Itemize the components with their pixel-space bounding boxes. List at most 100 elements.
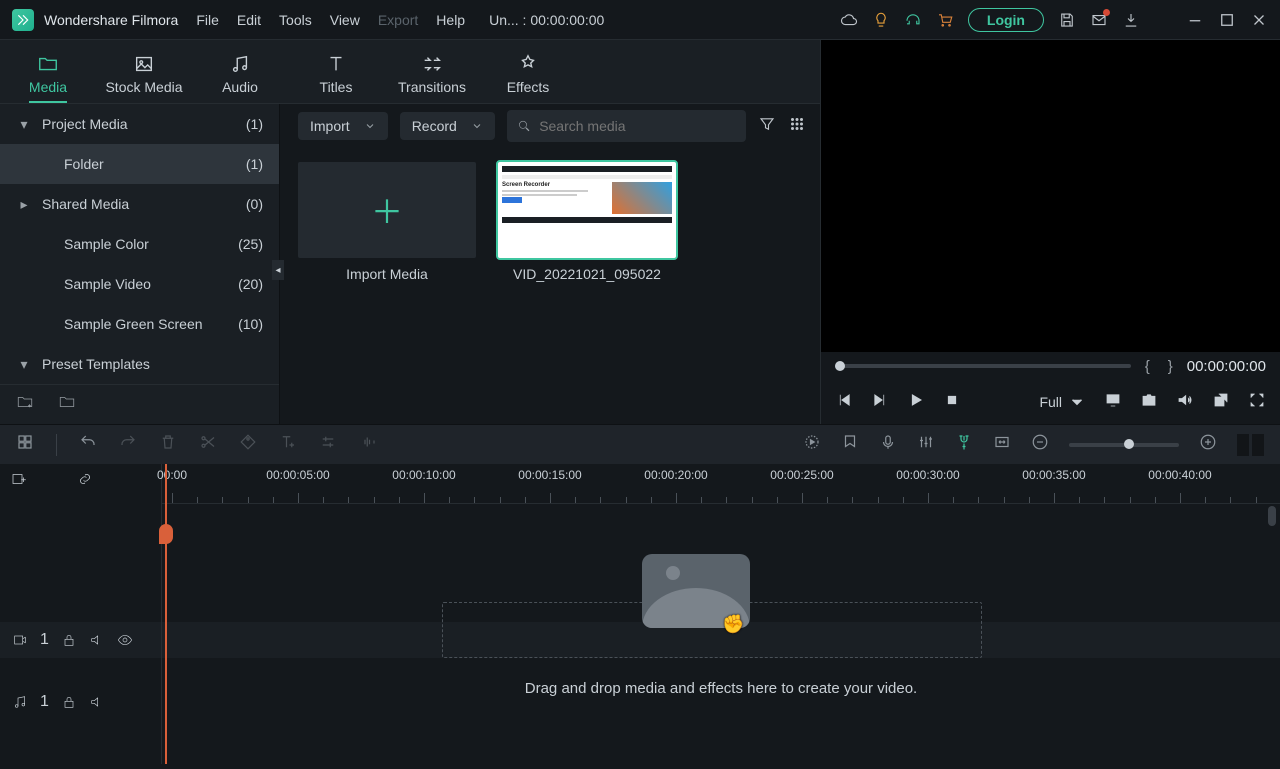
folder-icon[interactable] [58,393,76,416]
fit-icon[interactable] [993,433,1011,456]
menu-edit[interactable]: Edit [237,12,261,28]
video-track-head[interactable]: 1 [0,622,161,658]
mixer-icon[interactable] [917,433,935,456]
mute-icon[interactable] [89,694,105,710]
tab-stock-media[interactable]: Stock Media [96,49,192,95]
grid-view-icon[interactable] [788,115,806,138]
headset-icon[interactable] [904,11,922,29]
menu-help[interactable]: Help [436,12,465,28]
sidebar-item-sample-color[interactable]: Sample Color(25) [0,224,279,264]
mark-in-icon[interactable]: { [1145,358,1150,375]
project-time-label: Un... : 00:00:00:00 [489,12,604,28]
minimize-icon[interactable] [1186,11,1204,29]
sidebar-item-shared-media[interactable]: ▸Shared Media(0) [0,184,279,224]
app-logo [12,9,34,31]
layouts-icon[interactable] [16,433,34,456]
audio-track-head[interactable]: 1 [0,684,161,720]
search-input[interactable] [507,110,746,142]
fullscreen-icon[interactable] [1248,391,1266,414]
image-icon [133,53,155,75]
maximize-icon[interactable] [1218,11,1236,29]
grab-cursor-icon: ✊ [722,614,744,635]
zoom-in-icon[interactable] [1199,433,1217,456]
tab-transitions[interactable]: Transitions [384,49,480,95]
timeline-ruler[interactable]: 00:0000:00:05:0000:00:10:0000:00:15:0000… [162,464,1280,504]
sidebar-item-folder[interactable]: Folder(1) [0,144,279,184]
stop-icon[interactable] [943,391,961,414]
mail-icon[interactable] [1090,11,1108,29]
prev-frame-icon[interactable] [835,391,853,414]
preview-time: 00:00:00:00 [1187,358,1266,375]
display-icon[interactable] [1104,391,1122,414]
add-text-icon[interactable] [279,433,297,456]
media-panel: ◂ Import Record ＋ Import Media [280,104,820,424]
undo-icon[interactable] [79,433,97,456]
import-media-card[interactable]: ＋ Import Media [298,162,476,282]
download-icon[interactable] [1122,11,1140,29]
playhead[interactable] [165,464,167,764]
sidebar-item-sample-video[interactable]: Sample Video(20) [0,264,279,304]
close-icon[interactable] [1250,11,1268,29]
redo-icon[interactable] [119,433,137,456]
menu-view[interactable]: View [330,12,360,28]
sidebar-item-preset-templates[interactable]: ▾Preset Templates [0,344,279,384]
popout-icon[interactable] [1212,391,1230,414]
tab-titles[interactable]: Titles [288,49,384,95]
tab-media[interactable]: Media [0,49,96,95]
preview-panel: {} 00:00:00:00 Full [820,40,1280,424]
mark-out-icon[interactable]: } [1168,358,1173,375]
effects-icon [517,53,539,75]
timeline: 1 1 00:0000:00:05:0000:00:10:0000:00:15:… [0,464,1280,764]
text-icon [325,53,347,75]
lock-icon[interactable] [61,632,77,648]
volume-icon[interactable] [1176,391,1194,414]
preview-scrubber[interactable] [835,364,1131,368]
media-clip-1[interactable]: Screen Recorder VID_20221021_095022 [498,162,676,282]
record-dropdown[interactable]: Record [400,112,495,140]
folder-icon [37,53,59,75]
search-field[interactable] [539,118,736,134]
new-folder-icon[interactable] [16,393,34,416]
login-button[interactable]: Login [968,8,1044,32]
link-track-icon[interactable] [76,470,94,493]
next-frame-icon[interactable] [871,391,889,414]
sidebar-item-project-media[interactable]: ▾Project Media(1) [0,104,279,144]
tag-icon[interactable] [239,433,257,456]
tab-effects[interactable]: Effects [480,49,576,95]
cart-icon[interactable] [936,11,954,29]
timeline-scrollbar[interactable] [1268,506,1276,526]
marker-icon[interactable] [841,433,859,456]
voiceover-icon[interactable] [879,433,897,456]
plus-icon: ＋ [371,187,403,233]
cloud-icon[interactable] [840,11,858,29]
preview-screen[interactable] [821,40,1280,352]
split-icon[interactable] [199,433,217,456]
menu-file[interactable]: File [196,12,219,28]
lock-icon[interactable] [61,694,77,710]
eye-icon[interactable] [117,632,133,648]
play-icon[interactable] [907,391,925,414]
save-icon[interactable] [1058,11,1076,29]
mute-icon[interactable] [89,632,105,648]
preview-quality-select[interactable]: Full [1039,393,1086,411]
import-dropdown[interactable]: Import [298,112,388,140]
zoom-out-icon[interactable] [1031,433,1049,456]
collapse-sidebar-icon[interactable]: ◂ [272,260,284,280]
menu-tools[interactable]: Tools [279,12,312,28]
timeline-hint: Drag and drop media and effects here to … [162,680,1280,697]
adjust-icon[interactable] [319,433,337,456]
magnet-icon[interactable] [955,433,973,456]
tab-audio[interactable]: Audio [192,49,288,95]
timeline-body[interactable]: 00:0000:00:05:0000:00:10:0000:00:15:0000… [162,464,1280,764]
zoom-slider[interactable] [1069,443,1179,447]
panel-layout-toggle[interactable] [1237,434,1264,456]
render-icon[interactable] [803,433,821,456]
audio-waveform-icon[interactable] [359,433,377,456]
lightbulb-icon[interactable] [872,11,890,29]
filter-icon[interactable] [758,115,776,138]
add-track-icon[interactable] [10,470,28,493]
sidebar-item-sample-green-screen[interactable]: Sample Green Screen(10) [0,304,279,344]
delete-icon[interactable] [159,433,177,456]
menu-export: Export [378,12,418,28]
snapshot-icon[interactable] [1140,391,1158,414]
